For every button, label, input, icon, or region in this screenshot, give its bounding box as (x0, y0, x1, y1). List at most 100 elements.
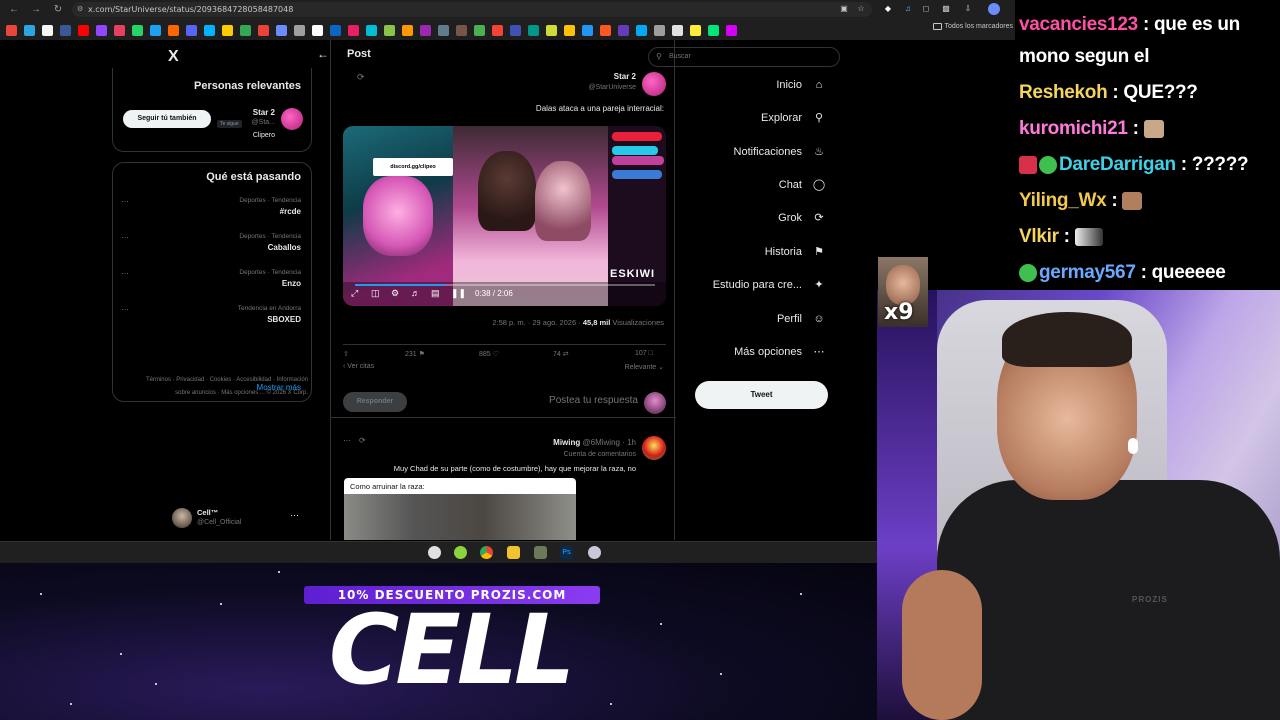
video-progress[interactable] (355, 284, 655, 286)
nav-item-mas-opciones[interactable]: Más opciones ⋯ (734, 345, 826, 359)
nav-item-perfil[interactable]: Perfil ☺ (777, 312, 826, 326)
more-icon[interactable]: ⋯ (121, 233, 129, 242)
x-logo-icon[interactable]: X (168, 48, 179, 66)
folder-icon[interactable] (507, 546, 520, 559)
account-switcher[interactable]: Cell™ @Cell_Official ⋯ (168, 504, 303, 532)
footer-links[interactable]: Términos · Privacidad · Cookies · Accesi… (138, 374, 308, 400)
app-icon[interactable] (534, 546, 547, 559)
pip-icon[interactable]: ◫ (371, 288, 380, 299)
nav-item-historia[interactable]: Historia ⚑ (765, 245, 826, 259)
share-icon[interactable]: ⇧ (343, 350, 349, 358)
bookmark-favicon-icon[interactable] (204, 24, 215, 36)
bookmark-favicon-icon[interactable] (150, 24, 161, 36)
back-icon[interactable]: ← (6, 2, 22, 18)
avatar[interactable] (642, 72, 666, 96)
reply-button[interactable]: Responder (343, 392, 407, 412)
reply-action[interactable]: 107 □ (635, 350, 653, 357)
bookmark-favicon-icon[interactable] (456, 24, 467, 36)
bookmark-favicon-icon[interactable] (114, 24, 125, 36)
bookmark-favicon-icon[interactable] (726, 24, 737, 36)
profile-avatar-icon[interactable] (988, 3, 1000, 15)
bookmark-favicon-icon[interactable] (186, 24, 197, 36)
settings-icon[interactable]: ⚙ (391, 288, 399, 299)
extensions-puzzle-icon[interactable]: ▩ (940, 3, 952, 15)
nav-item-explorar[interactable]: Explorar ⚲ (761, 111, 826, 125)
more-icon[interactable]: ⋯ (290, 510, 299, 521)
bookmark-favicon-icon[interactable] (222, 24, 233, 36)
chrome-icon[interactable] (480, 546, 493, 559)
bookmark-favicon-icon[interactable] (168, 24, 179, 36)
bookmark-favicon-icon[interactable] (510, 24, 521, 36)
bookmark-favicon-icon[interactable] (582, 24, 593, 36)
url-bar[interactable]: ⚙ x.com/StarUniverse/status/209368472805… (72, 2, 872, 17)
bookmark-favicon-icon[interactable] (258, 24, 269, 36)
bookmark-favicon-icon[interactable] (690, 24, 701, 36)
bookmark-favicon-icon[interactable] (708, 24, 719, 36)
cast-icon[interactable]: ▣ (838, 3, 850, 15)
star-icon[interactable]: ☆ (855, 3, 867, 15)
relevant-user-name[interactable]: Star 2 (253, 108, 275, 117)
extension-icon[interactable]: ◆ (882, 3, 894, 15)
bookmark-favicon-icon[interactable] (654, 24, 665, 36)
avatar[interactable] (281, 108, 303, 130)
app-icon[interactable] (454, 546, 467, 559)
post-author-name[interactable]: Star 2 (614, 72, 636, 81)
sort-relevance[interactable]: Relevante ⌄ (625, 363, 664, 371)
bookmark-favicon-icon[interactable] (492, 24, 503, 36)
grok-icon[interactable]: ⟳ (359, 436, 366, 445)
reload-icon[interactable]: ↻ (50, 2, 66, 18)
site-info-icon[interactable]: ⚙ (77, 2, 83, 17)
bookmark-favicon-icon[interactable] (672, 24, 683, 36)
bookmark-action[interactable]: 231 ⚑ (405, 350, 425, 358)
nav-item-chat[interactable]: Chat ◯ (779, 178, 826, 192)
bookmark-favicon-icon[interactable] (636, 24, 647, 36)
bookmark-favicon-icon[interactable] (78, 24, 89, 36)
extension-icon-2[interactable]: ◻ (920, 3, 932, 15)
bookmark-favicon-icon[interactable] (546, 24, 557, 36)
bookmark-favicon-icon[interactable] (276, 24, 287, 36)
reply-author[interactable]: Miwing @6Miwing · 1h (553, 438, 636, 447)
trend-item[interactable]: ⋯ Deportes · Tendencia Caballos (121, 233, 301, 252)
search-input[interactable]: ⚲ Buscar (648, 47, 840, 67)
bookmark-favicon-icon[interactable] (420, 24, 431, 36)
more-icon[interactable]: ⋯ (121, 197, 129, 206)
trend-item[interactable]: ⋯ Tendencia en Andorra SBOXED (121, 305, 301, 324)
all-bookmarks-folder[interactable]: Todos los marcadores (932, 23, 1013, 30)
follow-button[interactable]: Seguir tú también (123, 110, 211, 128)
bookmark-favicon-icon[interactable] (294, 24, 305, 36)
bookmark-favicon-icon[interactable] (96, 24, 107, 36)
bookmark-favicon-icon[interactable] (366, 24, 377, 36)
captions-icon[interactable]: ▤ (431, 288, 440, 299)
like-action[interactable]: 885 ♡ (479, 350, 499, 358)
bookmark-favicon-icon[interactable] (132, 24, 143, 36)
nav-item-estudio[interactable]: Estudio para cre... ✦ (713, 278, 826, 292)
bookmark-favicon-icon[interactable] (42, 24, 53, 36)
trend-item[interactable]: ⋯ Deportes · Tendencia Enzo (121, 269, 301, 288)
app-icon[interactable] (428, 546, 441, 559)
bookmark-favicon-icon[interactable] (330, 24, 341, 36)
downloads-icon[interactable]: ⇩ (962, 3, 974, 15)
reply-item[interactable]: ⋯ ⟳ Miwing @6Miwing · 1h Cuenta de comen… (331, 430, 676, 540)
avatar[interactable] (642, 436, 666, 460)
more-icon[interactable]: ⋯ (121, 269, 129, 278)
bookmark-favicon-icon[interactable] (348, 24, 359, 36)
bookmark-favicon-icon[interactable] (402, 24, 413, 36)
fullscreen-icon[interactable]: ⤢ (351, 288, 358, 299)
nav-item-inicio[interactable]: Inicio ⌂ (776, 78, 826, 92)
extension-audio-icon[interactable]: ♫ (902, 3, 914, 15)
play-pause-icon[interactable]: ❚❚ (451, 288, 466, 299)
bookmark-favicon-icon[interactable] (312, 24, 323, 36)
more-icon[interactable]: ⋯ (343, 436, 351, 445)
app-icon[interactable] (588, 546, 601, 559)
forward-icon[interactable]: → (28, 2, 44, 18)
photoshop-icon[interactable]: Ps (560, 546, 573, 559)
trend-item[interactable]: ⋯ Deportes · Tendencia #rcde (121, 197, 301, 216)
bookmark-favicon-icon[interactable] (618, 24, 629, 36)
see-quotes-link[interactable]: ‹ Ver citas (343, 363, 374, 370)
more-icon[interactable]: ⋯ (121, 305, 129, 314)
bookmark-favicon-icon[interactable] (474, 24, 485, 36)
bookmark-favicon-icon[interactable] (60, 24, 71, 36)
reply-image[interactable]: Como arruinar la raza: (344, 478, 576, 540)
bookmark-favicon-icon[interactable] (564, 24, 575, 36)
reply-input[interactable]: Postea tu respuesta (549, 395, 638, 406)
